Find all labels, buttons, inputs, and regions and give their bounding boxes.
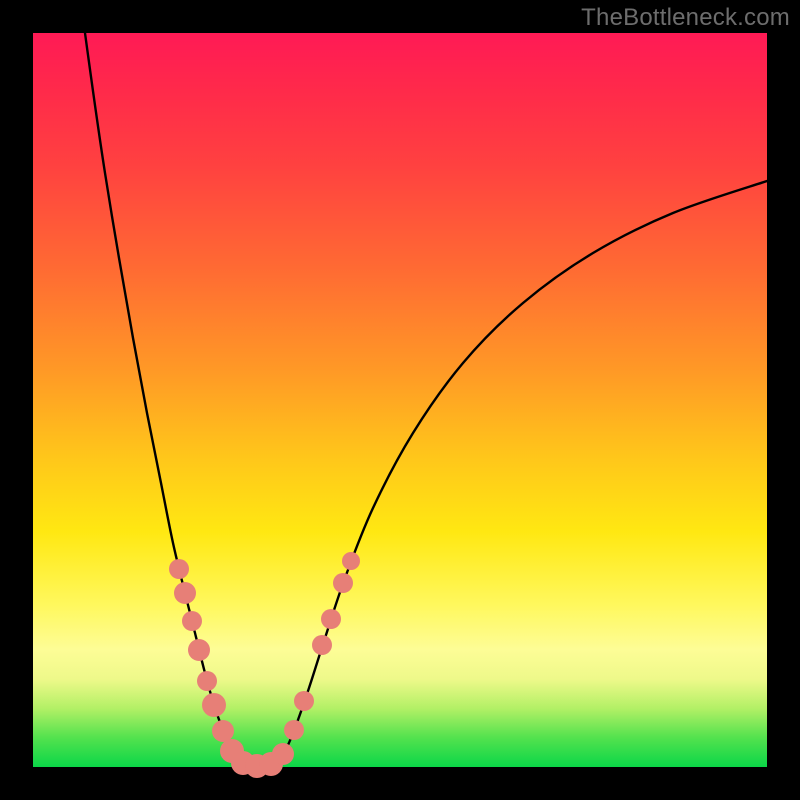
chart-marker bbox=[294, 691, 314, 711]
chart-marker bbox=[333, 573, 353, 593]
chart-frame: TheBottleneck.com bbox=[0, 0, 800, 800]
chart-marker bbox=[212, 720, 234, 742]
chart-markers bbox=[169, 552, 360, 778]
watermark-text: TheBottleneck.com bbox=[581, 4, 790, 32]
chart-marker bbox=[272, 743, 294, 765]
chart-marker bbox=[312, 635, 332, 655]
chart-marker bbox=[174, 582, 196, 604]
chart-marker bbox=[342, 552, 360, 570]
chart-marker bbox=[321, 609, 341, 629]
chart-marker bbox=[197, 671, 217, 691]
chart-marker bbox=[169, 559, 189, 579]
chart-marker bbox=[188, 639, 210, 661]
chart-svg bbox=[33, 33, 767, 767]
chart-curve bbox=[85, 33, 774, 766]
chart-marker bbox=[182, 611, 202, 631]
chart-marker bbox=[202, 693, 226, 717]
chart-plot-area bbox=[33, 33, 767, 767]
chart-marker bbox=[284, 720, 304, 740]
